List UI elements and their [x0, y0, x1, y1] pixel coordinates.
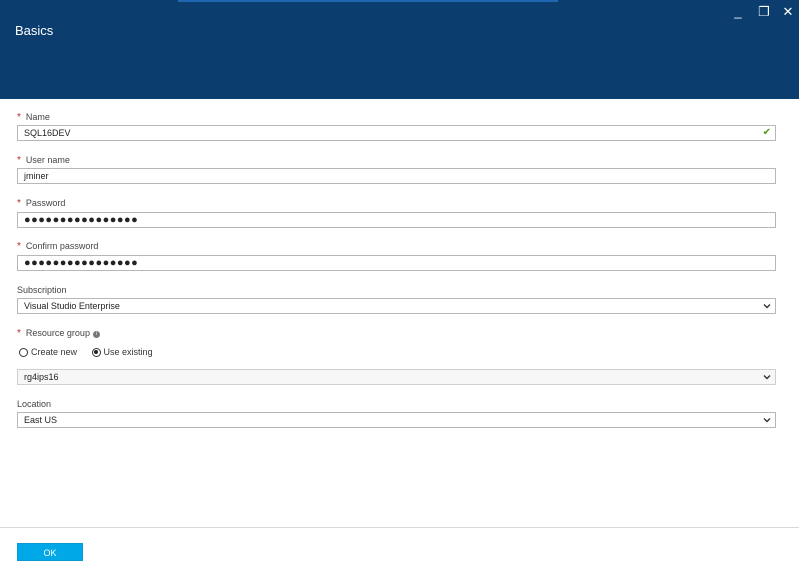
- confirm-password-label: * Confirm password: [17, 241, 99, 252]
- location-label: Location: [17, 399, 52, 409]
- confirm-password-input[interactable]: ●●●●●●●●●●●●●●●●: [17, 255, 776, 271]
- header-accent-line: [178, 0, 558, 2]
- subscription-value: Visual Studio Enterprise: [24, 301, 120, 311]
- close-icon[interactable]: ✕: [781, 5, 795, 19]
- info-icon[interactable]: i: [92, 331, 100, 338]
- location-select[interactable]: East US: [17, 412, 776, 428]
- use-existing-radio[interactable]: Use existing: [91, 347, 153, 357]
- chevron-down-icon: [763, 418, 771, 423]
- blade-header: Basics _ ❐ ✕: [0, 0, 799, 99]
- minimize-icon[interactable]: _: [731, 5, 745, 19]
- chevron-down-icon: [763, 375, 771, 380]
- resource-group-mode: Create new Use existing: [19, 347, 165, 359]
- user-name-value: jminer: [24, 171, 49, 181]
- confirm-password-value: ●●●●●●●●●●●●●●●●: [24, 257, 139, 269]
- create-new-radio[interactable]: Create new: [19, 347, 77, 357]
- checkmark-icon: ✔: [762, 127, 771, 138]
- required-marker: *: [17, 112, 21, 123]
- resource-group-label: * Resource group i: [17, 328, 100, 339]
- radio-button-icon: [19, 347, 28, 357]
- subscription-select[interactable]: Visual Studio Enterprise: [17, 298, 776, 314]
- location-value: East US: [24, 415, 58, 425]
- footer-divider: [0, 527, 799, 528]
- restore-icon[interactable]: ❐: [757, 5, 771, 19]
- user-name-input[interactable]: jminer: [17, 168, 776, 184]
- resource-group-select[interactable]: rg4ips16: [17, 369, 776, 385]
- user-name-label: * User name: [17, 155, 70, 166]
- name-value: SQL16DEV: [24, 128, 71, 138]
- radio-selected-icon: [91, 347, 101, 357]
- password-value: ●●●●●●●●●●●●●●●●: [24, 214, 139, 226]
- resource-group-value: rg4ips16: [24, 372, 59, 382]
- name-label: * Name: [17, 112, 50, 123]
- password-input[interactable]: ●●●●●●●●●●●●●●●●: [17, 212, 776, 228]
- required-marker: *: [17, 198, 21, 209]
- ok-button[interactable]: OK: [17, 543, 83, 561]
- name-input[interactable]: SQL16DEV ✔: [17, 125, 776, 141]
- subscription-label: Subscription: [17, 285, 67, 295]
- chevron-down-icon: [763, 304, 771, 309]
- blade-title: Basics: [15, 23, 54, 38]
- required-marker: *: [17, 155, 21, 166]
- required-marker: *: [17, 328, 21, 339]
- required-marker: *: [17, 241, 21, 252]
- password-label: * Password: [17, 198, 66, 209]
